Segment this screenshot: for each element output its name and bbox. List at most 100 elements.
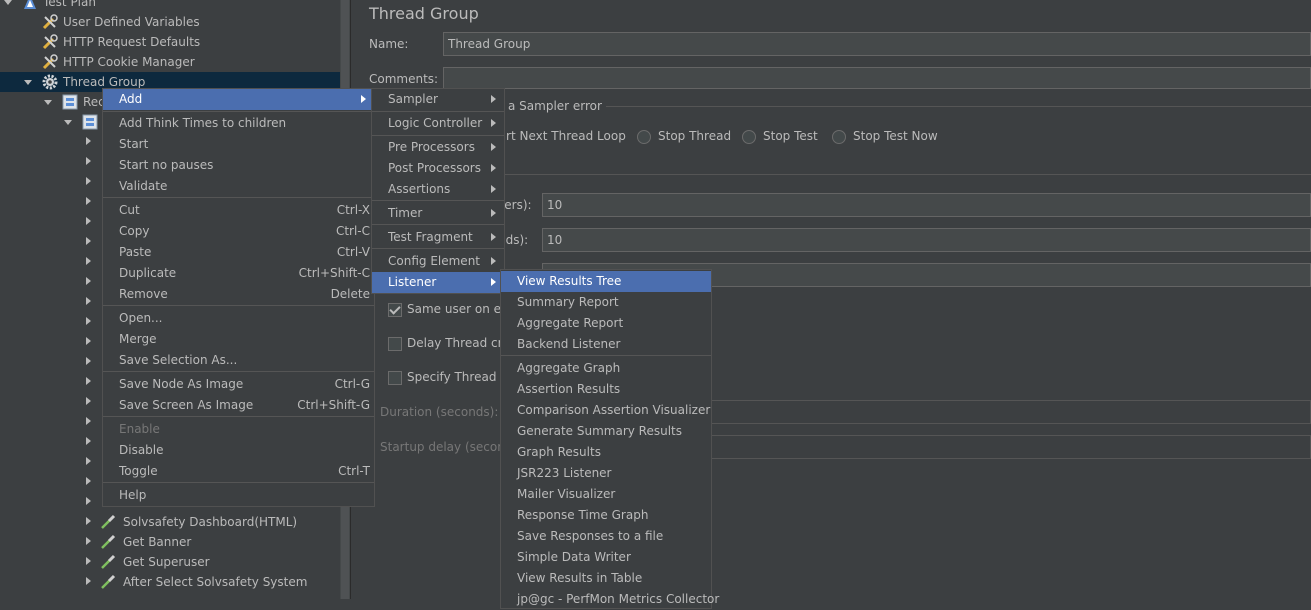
comments-field[interactable] [443,67,1311,89]
collapse-toggle-icon[interactable] [86,317,91,325]
collapse-toggle-icon[interactable] [86,397,91,405]
listener-menu-item-generate-summary-results[interactable]: Generate Summary Results [501,421,711,442]
context-menu-item-remove[interactable]: Remove Delete [103,284,374,305]
users-field[interactable]: 10 [542,193,1311,217]
listener-menu-item-comparison-assertion-visualizer[interactable]: Comparison Assertion Visualizer [501,400,711,421]
menu-item-shortcut: Ctrl-X [336,203,370,217]
tree-node-test-plan[interactable]: Test Plan [0,0,340,12]
listener-menu-item-mailer-visualizer[interactable]: Mailer Visualizer [501,484,711,505]
collapse-toggle-icon[interactable] [86,457,91,465]
radio-stop-thread[interactable] [637,130,651,144]
listener-menu-item-aggregate-report[interactable]: Aggregate Report [501,313,711,334]
name-field[interactable]: Thread Group [443,32,1311,56]
expand-toggle-icon[interactable] [4,0,12,5]
context-menu-item-cut[interactable]: Cut Ctrl-X [103,200,374,221]
add-menu-item-listener[interactable]: Listener [372,272,504,293]
context-menu-item-open[interactable]: Open... [103,308,374,329]
context-menu-item-merge[interactable]: Merge [103,329,374,350]
expand-toggle-icon[interactable] [44,100,52,105]
tree-node-solvsafety-dashboard-html[interactable]: Solvsafety Dashboard(HTML) [0,512,340,532]
menu-item-label: Merge [119,332,157,346]
context-menu-item-toggle[interactable]: Toggle Ctrl-T [103,461,374,482]
specify-lifetime-label[interactable]: Specify Thread lif [407,370,511,384]
collapse-toggle-icon[interactable] [86,377,91,385]
context-menu-item-disable[interactable]: Disable [103,440,374,461]
add-menu-item-post-processors[interactable]: Post Processors [372,158,504,179]
listener-menu-item-assertion-results[interactable]: Assertion Results [501,379,711,400]
collapse-toggle-icon[interactable] [86,197,91,205]
same-user-checkbox[interactable] [388,303,402,317]
context-menu-item-help[interactable]: Help [103,485,374,506]
context-menu-item-save-screen-as-image[interactable]: Save Screen As Image Ctrl+Shift-G [103,395,374,416]
listener-menu-item-view-results-in-table[interactable]: View Results in Table [501,568,711,589]
add-menu-item-test-fragment[interactable]: Test Fragment [372,227,504,248]
collapse-toggle-icon[interactable] [86,497,91,505]
collapse-toggle-icon[interactable] [86,417,91,425]
context-menu-item-paste[interactable]: Paste Ctrl-V [103,242,374,263]
collapse-toggle-icon[interactable] [86,357,91,365]
add-menu-item-config-element[interactable]: Config Element [372,251,504,272]
same-user-label[interactable]: Same user on ea [407,302,508,316]
tree-node-after-select-solvsafety-system[interactable]: After Select Solvsafety System [0,572,340,592]
context-menu-item-save-selection-as[interactable]: Save Selection As... [103,350,374,371]
add-menu-item-sampler[interactable]: Sampler [372,89,504,110]
listener-menu-item-graph-results[interactable]: Graph Results [501,442,711,463]
collapse-toggle-icon[interactable] [86,157,91,165]
radio-start-next-loop-label[interactable]: tart Next Thread Loop [494,129,626,143]
listener-menu-item-aggregate-graph[interactable]: Aggregate Graph [501,358,711,379]
listener-menu-item-view-results-tree[interactable]: View Results Tree [501,271,711,292]
radio-stop-test[interactable] [742,130,756,144]
listener-menu-item-simple-data-writer[interactable]: Simple Data Writer [501,547,711,568]
wrench-icon [42,34,58,50]
expand-toggle-icon[interactable] [64,120,72,125]
expand-toggle-icon[interactable] [24,80,32,85]
collapse-toggle-icon[interactable] [86,337,91,345]
add-menu-item-timer[interactable]: Timer [372,203,504,224]
rampup-field[interactable]: 10 [542,228,1311,252]
submenu-arrow-icon [491,233,496,241]
collapse-toggle-icon[interactable] [86,217,91,225]
radio-stop-test-label[interactable]: Stop Test [763,129,818,143]
radio-stop-test-now-label[interactable]: Stop Test Now [853,129,938,143]
add-menu-item-pre-processors[interactable]: Pre Processors [372,137,504,158]
menu-item-label: Assertion Results [517,382,621,396]
listener-submenu[interactable]: View Results Tree Summary Report Aggregate… [500,269,719,610]
collapse-toggle-icon[interactable] [86,257,91,265]
context-menu-item-copy[interactable]: Copy Ctrl-C [103,221,374,242]
menu-item-label: jp@gc - PerfMon Metrics Collector [517,592,720,606]
collapse-toggle-icon[interactable] [86,277,91,285]
listener-menu-item-backend-listener[interactable]: Backend Listener [501,334,711,355]
delay-thread-checkbox[interactable] [388,337,402,351]
delay-thread-label[interactable]: Delay Thread cre [407,336,510,350]
add-menu-item-logic-controller[interactable]: Logic Controller [372,113,504,134]
context-menu-item-add[interactable]: Add [103,89,374,110]
collapse-toggle-icon[interactable] [86,437,91,445]
listener-menu-item-jsr223-listener[interactable]: JSR223 Listener [501,463,711,484]
tree-node-get-banner[interactable]: Get Banner [0,532,340,552]
context-menu[interactable]: Add Add Think Times to children Start Start… [102,88,375,507]
tree-node-http-cookie-manager[interactable]: HTTP Cookie Manager [0,52,340,72]
listener-menu-item-response-time-graph[interactable]: Response Time Graph [501,505,711,526]
listener-menu-item-jp-gc-perfmon-metrics-collector[interactable]: jp@gc - PerfMon Metrics Collector [501,589,719,610]
context-menu-item-start-no-pauses[interactable]: Start no pauses [103,155,374,176]
tree-node-get-superuser[interactable]: Get Superuser [0,552,340,572]
context-menu-item-start[interactable]: Start [103,134,374,155]
tree-node-user-defined-variables[interactable]: User Defined Variables [0,12,340,32]
add-submenu[interactable]: Sampler Logic Controller Pre Processors Pos… [371,88,505,294]
collapse-toggle-icon[interactable] [86,237,91,245]
listener-menu-item-summary-report[interactable]: Summary Report [501,292,711,313]
context-menu-item-add-think-times-to-children[interactable]: Add Think Times to children [103,113,374,134]
add-menu-item-assertions[interactable]: Assertions [372,179,504,200]
listener-menu-item-save-responses-to-a-file[interactable]: Save Responses to a file [501,526,711,547]
collapse-toggle-icon[interactable] [86,177,91,185]
tree-node-http-request-defaults[interactable]: HTTP Request Defaults [0,32,340,52]
collapse-toggle-icon[interactable] [86,137,91,145]
radio-stop-thread-label[interactable]: Stop Thread [658,129,731,143]
context-menu-item-save-node-as-image[interactable]: Save Node As Image Ctrl-G [103,374,374,395]
specify-lifetime-checkbox[interactable] [388,371,402,385]
context-menu-item-duplicate[interactable]: Duplicate Ctrl+Shift-C [103,263,374,284]
context-menu-item-validate[interactable]: Validate [103,176,374,197]
collapse-toggle-icon[interactable] [86,477,91,485]
radio-stop-test-now[interactable] [832,130,846,144]
collapse-toggle-icon[interactable] [86,297,91,305]
